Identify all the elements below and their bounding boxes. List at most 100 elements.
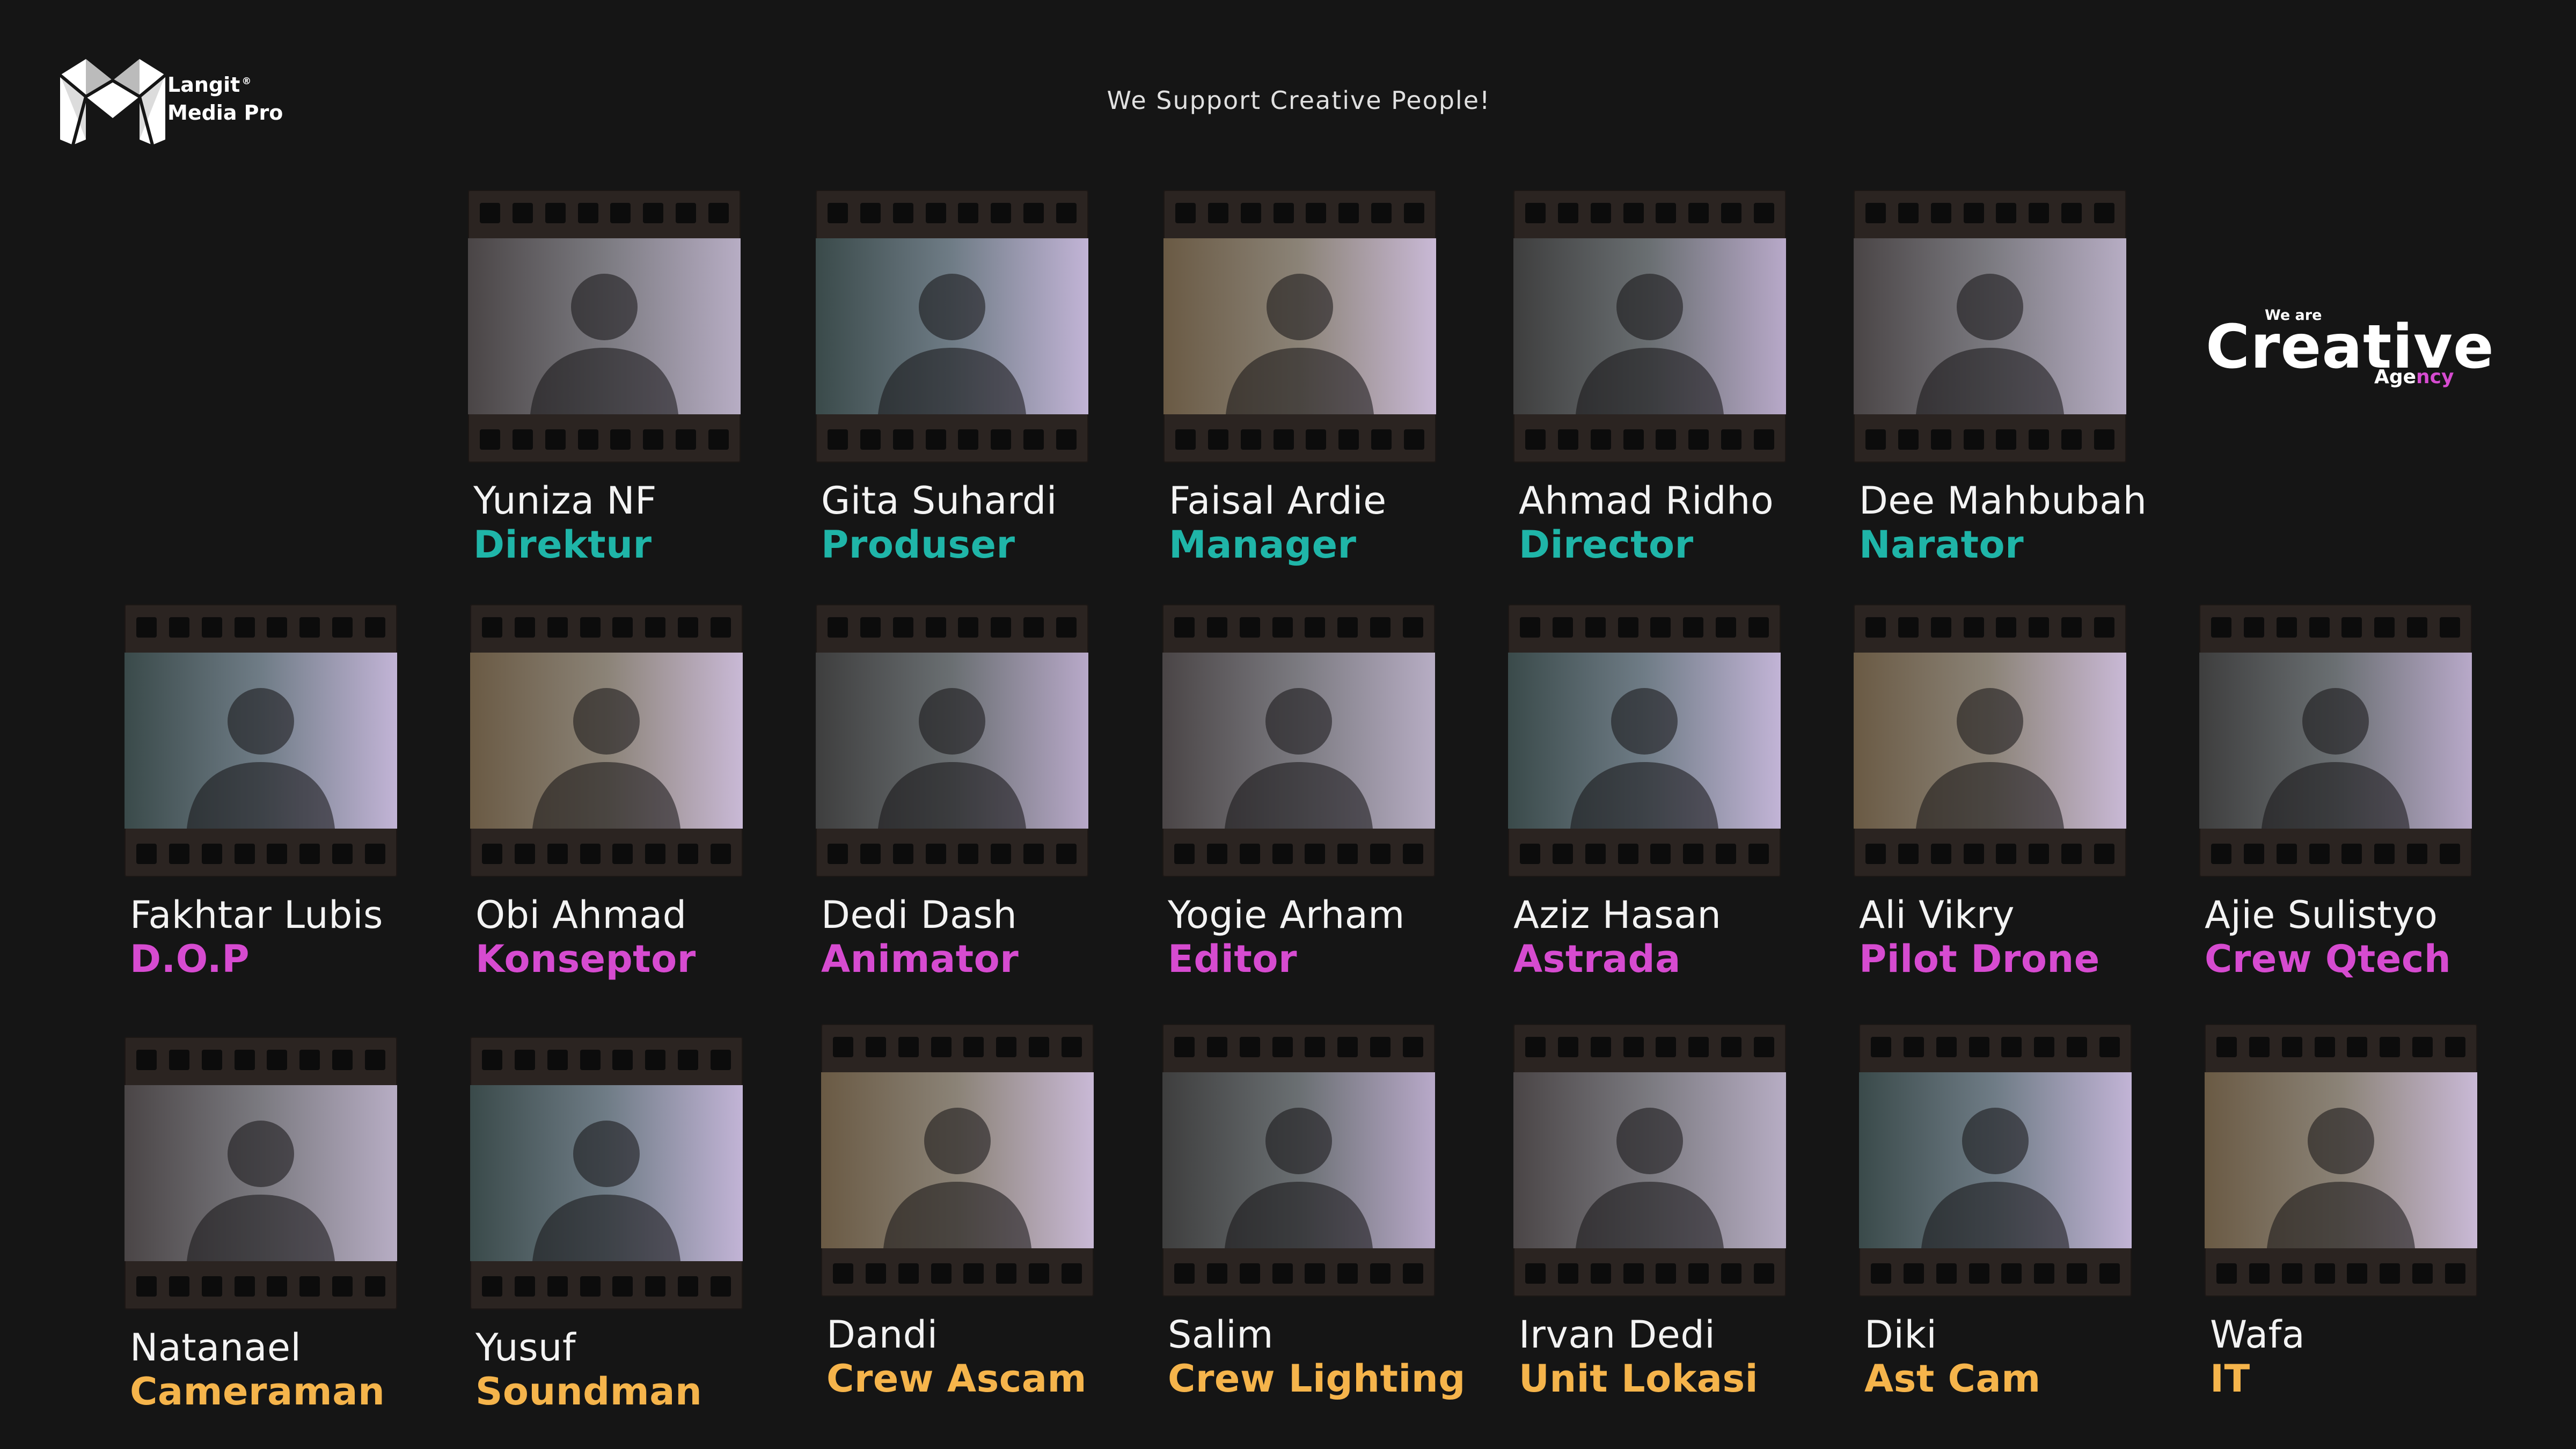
member-photo — [125, 1085, 397, 1261]
sprocket-hole — [1061, 1263, 1082, 1284]
sprocket-hole — [2029, 429, 2050, 450]
member-role: Cameraman — [130, 1370, 385, 1414]
sprocket-hole — [547, 844, 568, 864]
member-role: Director — [1519, 523, 1694, 567]
sprocket-hole — [482, 1276, 502, 1297]
sprocket-hole — [645, 1050, 666, 1070]
sprocket-hole — [1403, 203, 1424, 223]
sprocket-hole — [1206, 844, 1227, 864]
sprocket-hole — [332, 1050, 353, 1070]
film-sprocket-holes — [136, 844, 385, 864]
sprocket-hole — [234, 617, 255, 638]
person-silhouette-icon — [532, 688, 680, 829]
sprocket-hole — [1061, 1037, 1082, 1057]
sprocket-hole — [2243, 844, 2264, 864]
sprocket-hole — [1898, 617, 1919, 638]
sprocket-hole — [2029, 203, 2050, 223]
member-role: Soundman — [475, 1370, 702, 1414]
sprocket-hole — [201, 617, 222, 638]
sprocket-hole — [2211, 617, 2231, 638]
team-member-card: Irvan Dedi Unit Lokasi — [1513, 1024, 1835, 1401]
sprocket-hole — [710, 844, 731, 864]
sprocket-hole — [1240, 429, 1261, 450]
member-name: Ajie Sulistyo — [2205, 893, 2438, 937]
sprocket-hole — [1590, 203, 1611, 223]
sprocket-hole — [925, 617, 946, 638]
film-sprocket-holes — [1525, 1037, 1774, 1057]
sprocket-hole — [1338, 429, 1359, 450]
sprocket-hole — [1337, 844, 1358, 864]
film-sprocket-holes — [828, 844, 1077, 864]
sprocket-hole — [1175, 203, 1196, 223]
sprocket-hole — [1337, 1037, 1358, 1057]
sprocket-hole — [1688, 429, 1709, 450]
sprocket-hole — [1272, 844, 1293, 864]
sprocket-hole — [1240, 203, 1261, 223]
sprocket-hole — [1618, 844, 1638, 864]
sprocket-hole — [1305, 844, 1326, 864]
sprocket-hole — [267, 1050, 288, 1070]
person-silhouette-icon — [878, 688, 1026, 829]
creative-agency-badge: We are Creative Agency — [2206, 301, 2494, 397]
member-name: Irvan Dedi — [1519, 1313, 1716, 1357]
sprocket-hole — [1721, 203, 1742, 223]
member-photo — [2199, 653, 2472, 829]
sprocket-hole — [299, 844, 320, 864]
member-photo — [2205, 1072, 2477, 1248]
member-photo — [821, 1072, 1094, 1248]
person-silhouette-icon — [1225, 1108, 1373, 1248]
person-silhouette-icon — [878, 274, 1026, 414]
sprocket-hole — [1023, 203, 1044, 223]
sprocket-hole — [1716, 844, 1737, 864]
team-member-card: Diki Ast Cam — [1859, 1024, 2181, 1401]
sprocket-hole — [364, 617, 385, 638]
sprocket-hole — [1656, 429, 1677, 450]
film-frame — [1508, 604, 1781, 877]
sprocket-hole — [1748, 844, 1769, 864]
sprocket-hole — [514, 844, 535, 864]
member-name: Dandi — [826, 1313, 938, 1357]
sprocket-hole — [996, 1263, 1017, 1284]
sprocket-hole — [1557, 429, 1578, 450]
film-sprocket-holes — [1175, 203, 1424, 223]
sprocket-hole — [1402, 1263, 1423, 1284]
sprocket-hole — [1968, 1037, 1989, 1057]
sprocket-hole — [2412, 1037, 2433, 1057]
sprocket-hole — [514, 1276, 535, 1297]
member-role: IT — [2210, 1357, 2250, 1401]
sprocket-hole — [1174, 617, 1195, 638]
film-sprocket-holes — [1174, 1037, 1423, 1057]
team-member-card: Ahmad Ridho Director — [1513, 190, 1835, 567]
sprocket-hole — [1996, 617, 2017, 638]
person-silhouette-icon — [1576, 1108, 1724, 1248]
film-frame — [125, 604, 397, 877]
person-silhouette-icon — [1576, 274, 1724, 414]
member-name: Salim — [1168, 1313, 1274, 1357]
person-silhouette-icon — [1916, 274, 2064, 414]
sprocket-hole — [2309, 617, 2330, 638]
member-photo — [1162, 653, 1435, 829]
sprocket-hole — [2281, 1263, 2302, 1284]
sprocket-hole — [1683, 617, 1704, 638]
sprocket-hole — [1056, 429, 1077, 450]
team-member-card: Dandi Crew Ascam — [821, 1024, 1143, 1401]
sprocket-hole — [2249, 1263, 2270, 1284]
film-frame — [125, 1037, 397, 1309]
sprocket-hole — [1272, 1263, 1293, 1284]
sprocket-hole — [2445, 1037, 2465, 1057]
sprocket-hole — [1968, 1263, 1989, 1284]
member-role: Unit Lokasi — [1519, 1357, 1759, 1401]
member-photo — [468, 238, 741, 414]
film-sprocket-holes — [1865, 429, 2114, 450]
sprocket-hole — [1585, 617, 1606, 638]
sprocket-hole — [547, 1276, 568, 1297]
sprocket-hole — [828, 844, 848, 864]
sprocket-hole — [1688, 1263, 1709, 1284]
member-name: Fakhtar Lubis — [130, 893, 383, 937]
film-sprocket-holes — [833, 1263, 1082, 1284]
member-role: Manager — [1169, 523, 1357, 567]
sprocket-hole — [1402, 1037, 1423, 1057]
sprocket-hole — [708, 203, 729, 223]
sprocket-hole — [234, 1050, 255, 1070]
film-sprocket-holes — [1865, 203, 2114, 223]
